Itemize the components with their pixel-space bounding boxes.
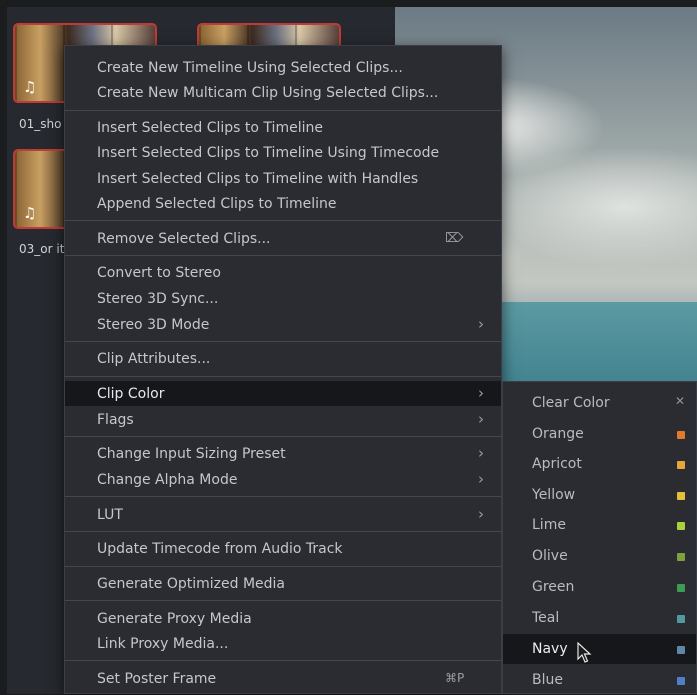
submenu-item-label: Olive (532, 548, 568, 564)
menu-separator (65, 436, 501, 437)
submenu-item-label: Apricot (532, 456, 582, 472)
submenu-item-label: Green (532, 579, 575, 595)
clip-name: 03_or it (19, 242, 65, 256)
clip-color-submenu: Clear Color ✕ Orange Apricot Yellow Lime… (502, 381, 697, 694)
menu-item-label: Clip Attributes... (97, 350, 211, 367)
clip-name: 01_sho (19, 117, 62, 131)
menu-item-clip-color[interactable]: Clip Color › (65, 381, 501, 406)
submenu-item-label: Navy (532, 641, 568, 657)
chevron-right-icon: › (478, 470, 484, 488)
chevron-right-icon: › (478, 505, 484, 523)
color-swatch (677, 461, 685, 469)
submenu-item-label: Clear Color (532, 395, 610, 411)
clear-color-item[interactable]: Clear Color ✕ (503, 388, 696, 418)
color-swatch (677, 522, 685, 530)
menu-item-remove-clips[interactable]: Remove Selected Clips... ⌦ (65, 226, 501, 251)
menu-item-link-proxy[interactable]: Link Proxy Media... (65, 631, 501, 656)
menu-separator (65, 531, 501, 532)
menu-item-insert-handles[interactable]: Insert Selected Clips to Timeline with H… (65, 166, 501, 191)
color-swatch (677, 553, 685, 561)
menu-item-label: Remove Selected Clips... (97, 230, 271, 247)
submenu-item-label: Lime (532, 517, 566, 533)
menu-item-stereo-mode[interactable]: Stereo 3D Mode › (65, 312, 501, 337)
context-menu: Create New Timeline Using Selected Clips… (64, 45, 502, 694)
color-item-green[interactable]: Green (503, 572, 696, 602)
menu-separator (65, 566, 501, 567)
menu-item-label: Generate Proxy Media (97, 610, 252, 627)
color-item-olive[interactable]: Olive (503, 541, 696, 571)
color-item-teal[interactable]: Teal (503, 603, 696, 633)
menu-item-create-multicam[interactable]: Create New Multicam Clip Using Selected … (65, 80, 501, 105)
color-item-blue[interactable]: Blue (503, 665, 696, 695)
menu-separator (65, 660, 501, 661)
menu-item-label: Clip Color (97, 385, 165, 402)
color-swatch (677, 677, 685, 685)
menu-item-label: Generate Optimized Media (97, 575, 285, 592)
menu-item-insert-clips[interactable]: Insert Selected Clips to Timeline (65, 115, 501, 140)
color-item-apricot[interactable]: Apricot (503, 449, 696, 479)
menu-item-label: Set Poster Frame (97, 670, 217, 687)
menu-item-label: Create New Multicam Clip Using Selected … (97, 84, 439, 101)
menu-item-label: Create New Timeline Using Selected Clips… (97, 59, 403, 76)
menu-item-label: Append Selected Clips to Timeline (97, 195, 337, 212)
color-item-orange[interactable]: Orange (503, 419, 696, 449)
menu-item-flags[interactable]: Flags › (65, 407, 501, 432)
delete-key-icon: ⌦ (445, 231, 464, 246)
menu-item-clip-attributes[interactable]: Clip Attributes... (65, 346, 501, 371)
menu-item-append-clips[interactable]: Append Selected Clips to Timeline (65, 191, 501, 216)
menu-item-label: Flags (97, 411, 134, 428)
color-item-lime[interactable]: Lime (503, 510, 696, 540)
color-item-navy[interactable]: Navy (503, 634, 696, 664)
menu-item-label: Insert Selected Clips to Timeline (97, 119, 323, 136)
submenu-item-label: Blue (532, 672, 563, 688)
audio-note-icon: ♫ (23, 204, 37, 222)
color-swatch (677, 615, 685, 623)
submenu-item-label: Teal (532, 610, 560, 626)
menu-item-alpha-mode[interactable]: Change Alpha Mode › (65, 467, 501, 492)
close-icon: ✕ (675, 394, 686, 408)
menu-separator (65, 110, 501, 111)
chevron-right-icon: › (478, 315, 484, 333)
audio-note-icon: ♫ (23, 78, 37, 96)
menu-item-update-timecode[interactable]: Update Timecode from Audio Track (65, 536, 501, 561)
menu-separator (65, 341, 501, 342)
menu-item-label: LUT (97, 506, 123, 523)
menu-item-label: Change Input Sizing Preset (97, 445, 286, 462)
menu-item-poster-frame[interactable]: Set Poster Frame ⌘P (65, 666, 501, 691)
menu-item-input-sizing[interactable]: Change Input Sizing Preset › (65, 441, 501, 466)
menu-item-label: Stereo 3D Mode (97, 316, 210, 333)
menu-separator (65, 600, 501, 601)
menu-item-optimized-media[interactable]: Generate Optimized Media (65, 571, 501, 596)
menu-item-label: Insert Selected Clips to Timeline with H… (97, 170, 419, 187)
menu-item-create-timeline[interactable]: Create New Timeline Using Selected Clips… (65, 55, 501, 80)
menu-item-label: Insert Selected Clips to Timeline Using … (97, 144, 440, 161)
menu-item-label: Change Alpha Mode (97, 471, 238, 488)
color-swatch (677, 646, 685, 654)
menu-item-stereo-sync[interactable]: Stereo 3D Sync... (65, 286, 501, 311)
menu-item-label: Link Proxy Media... (97, 635, 229, 652)
color-swatch (677, 431, 685, 439)
menu-item-insert-timecode[interactable]: Insert Selected Clips to Timeline Using … (65, 140, 501, 165)
menu-item-label: Convert to Stereo (97, 264, 221, 281)
menu-item-proxy-media[interactable]: Generate Proxy Media (65, 606, 501, 631)
chevron-right-icon: › (478, 384, 484, 402)
menu-item-convert-stereo[interactable]: Convert to Stereo (65, 260, 501, 285)
menu-separator (65, 255, 501, 256)
color-swatch (677, 584, 685, 592)
chevron-right-icon: › (478, 444, 484, 462)
color-swatch (677, 492, 685, 500)
menu-item-label: Update Timecode from Audio Track (97, 540, 343, 557)
menu-separator (65, 220, 501, 221)
submenu-item-label: Yellow (532, 487, 576, 503)
color-item-yellow[interactable]: Yellow (503, 480, 696, 510)
menu-item-lut[interactable]: LUT › (65, 502, 501, 527)
menu-separator (65, 496, 501, 497)
chevron-right-icon: › (478, 410, 484, 428)
submenu-item-label: Orange (532, 426, 584, 442)
shortcut-label: ⌘P (445, 671, 465, 685)
menu-separator (65, 376, 501, 377)
mouse-pointer-icon (577, 642, 592, 663)
menu-item-label: Stereo 3D Sync... (97, 290, 219, 307)
